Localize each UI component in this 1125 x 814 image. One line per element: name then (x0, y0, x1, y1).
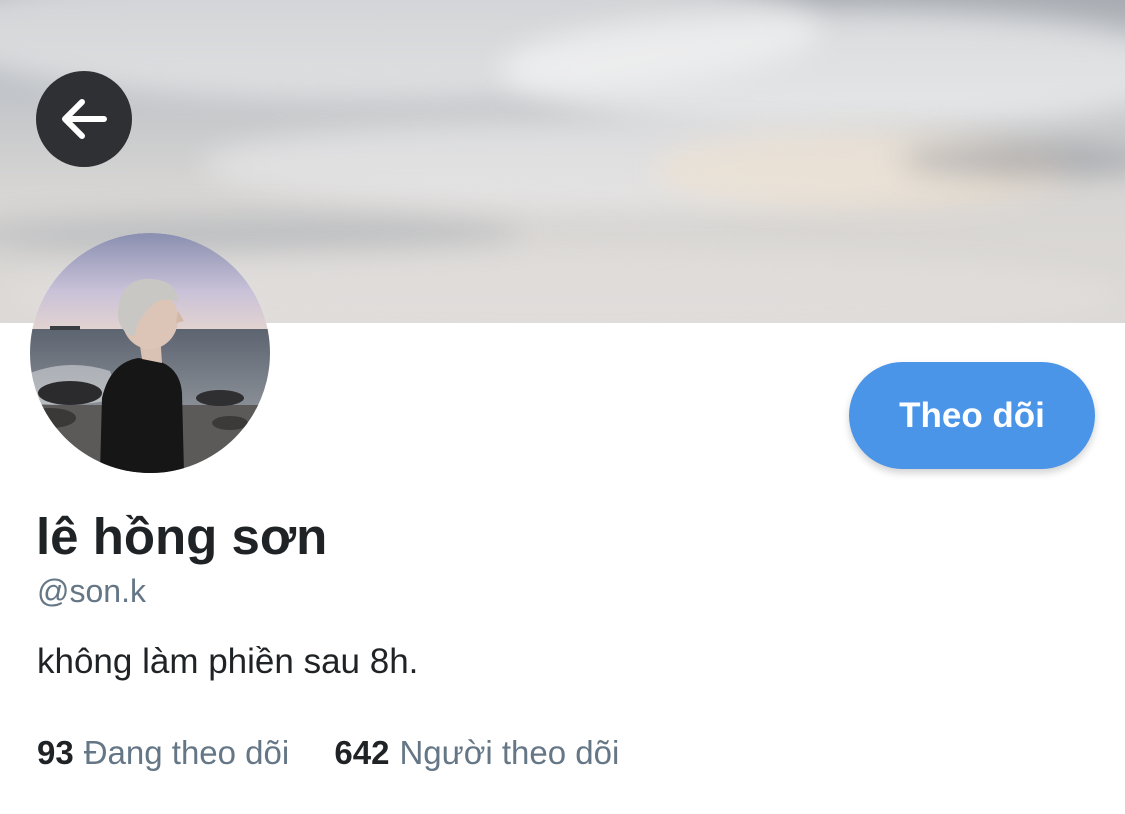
follow-button[interactable]: Theo dõi (849, 362, 1095, 469)
profile-bio: không làm phiền sau 8h. (37, 642, 419, 681)
back-button[interactable] (36, 71, 132, 167)
followers-count: 642 (334, 734, 390, 771)
followers-label: Người theo dõi (399, 734, 620, 771)
following-count: 93 (37, 734, 74, 771)
avatar[interactable] (30, 233, 270, 473)
avatar-photo (30, 233, 270, 473)
following-stat[interactable]: 93 Đang theo dõi (37, 731, 289, 775)
username-handle: @son.k (37, 573, 146, 609)
arrow-left-icon (62, 99, 107, 139)
following-label: Đang theo dõi (83, 734, 290, 771)
follow-button-label: Theo dõi (899, 395, 1045, 435)
display-name: lê hồng sơn (36, 508, 328, 565)
follow-stats: 93 Đang theo dõi 642 Người theo dõi (37, 731, 619, 775)
followers-stat[interactable]: 642 Người theo dõi (334, 731, 619, 775)
